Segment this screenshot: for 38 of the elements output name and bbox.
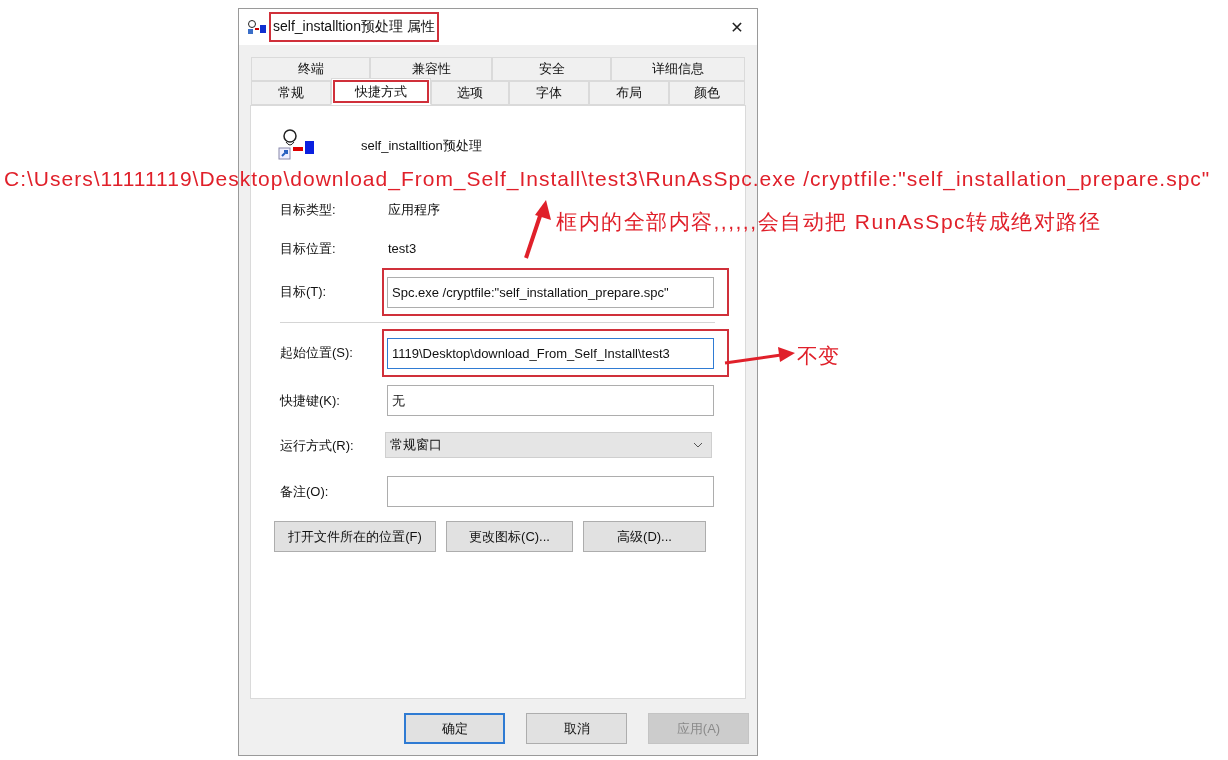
chevron-down-icon xyxy=(693,442,703,448)
dialog-button[interactable]: 取消 xyxy=(526,713,627,744)
field-label: 运行方式(R): xyxy=(280,437,355,455)
annotation-text: C:\Users\11111119\Desktop\download_From_Self_Install\test3\RunAsSpc.exe /cryptfile:"self_installation_prepare.spc" xyxy=(4,167,1211,191)
field-label: 快捷键(K): xyxy=(280,391,341,410)
field-label: 目标(T): xyxy=(280,283,328,301)
field-label: 备注(O): xyxy=(280,482,330,501)
tab[interactable]: 字体 xyxy=(509,81,589,105)
field-value: 应用程序 xyxy=(388,200,440,219)
field-label: 目标类型: xyxy=(280,200,337,219)
tab[interactable]: 终端 xyxy=(251,57,370,81)
window-title: self_installtion预处理 属性 xyxy=(269,12,439,42)
tab[interactable]: 详细信息 xyxy=(611,57,745,81)
shortcut-app-icon xyxy=(247,19,267,35)
input-field[interactable]: Spc.exe /cryptfile:"self_installation_prepare.spc" xyxy=(387,277,714,308)
shortcut-app-icon xyxy=(277,127,317,161)
action-button[interactable]: 更改图标(C)... xyxy=(446,521,573,552)
run-mode-dropdown[interactable]: 常规窗口 xyxy=(385,432,712,458)
tab[interactable]: 布局 xyxy=(589,81,669,105)
field-value: test3 xyxy=(388,241,417,256)
tab[interactable]: 兼容性 xyxy=(370,57,492,81)
action-button[interactable]: 打开文件所在的位置(F) xyxy=(274,521,436,552)
tab[interactable]: 安全 xyxy=(492,57,611,81)
annotation-text: 框内的全部内容,,,,,,会自动把 RunAsSpc转成绝对路径 xyxy=(556,209,1102,235)
tab[interactable]: 颜色 xyxy=(669,81,745,105)
tab[interactable]: 常规 xyxy=(251,81,331,105)
tab[interactable]: 快捷方式 xyxy=(331,78,431,105)
action-button[interactable]: 高级(D)... xyxy=(583,521,706,552)
input-field[interactable]: 无 xyxy=(387,385,714,416)
close-button[interactable]: ✕ xyxy=(717,11,757,43)
annotation-text: 不变 xyxy=(797,343,839,369)
dialog-button[interactable]: 确定 xyxy=(404,713,505,744)
input-field[interactable] xyxy=(387,476,714,507)
field-label: 起始位置(S): xyxy=(280,344,354,362)
field-label: 目标位置: xyxy=(280,239,337,258)
shortcut-name: self_installtion预处理 xyxy=(361,137,482,155)
input-field[interactable]: 1119\Desktop\download_From_Self_Install\test3 xyxy=(387,338,714,369)
tab[interactable]: 选项 xyxy=(431,81,509,105)
